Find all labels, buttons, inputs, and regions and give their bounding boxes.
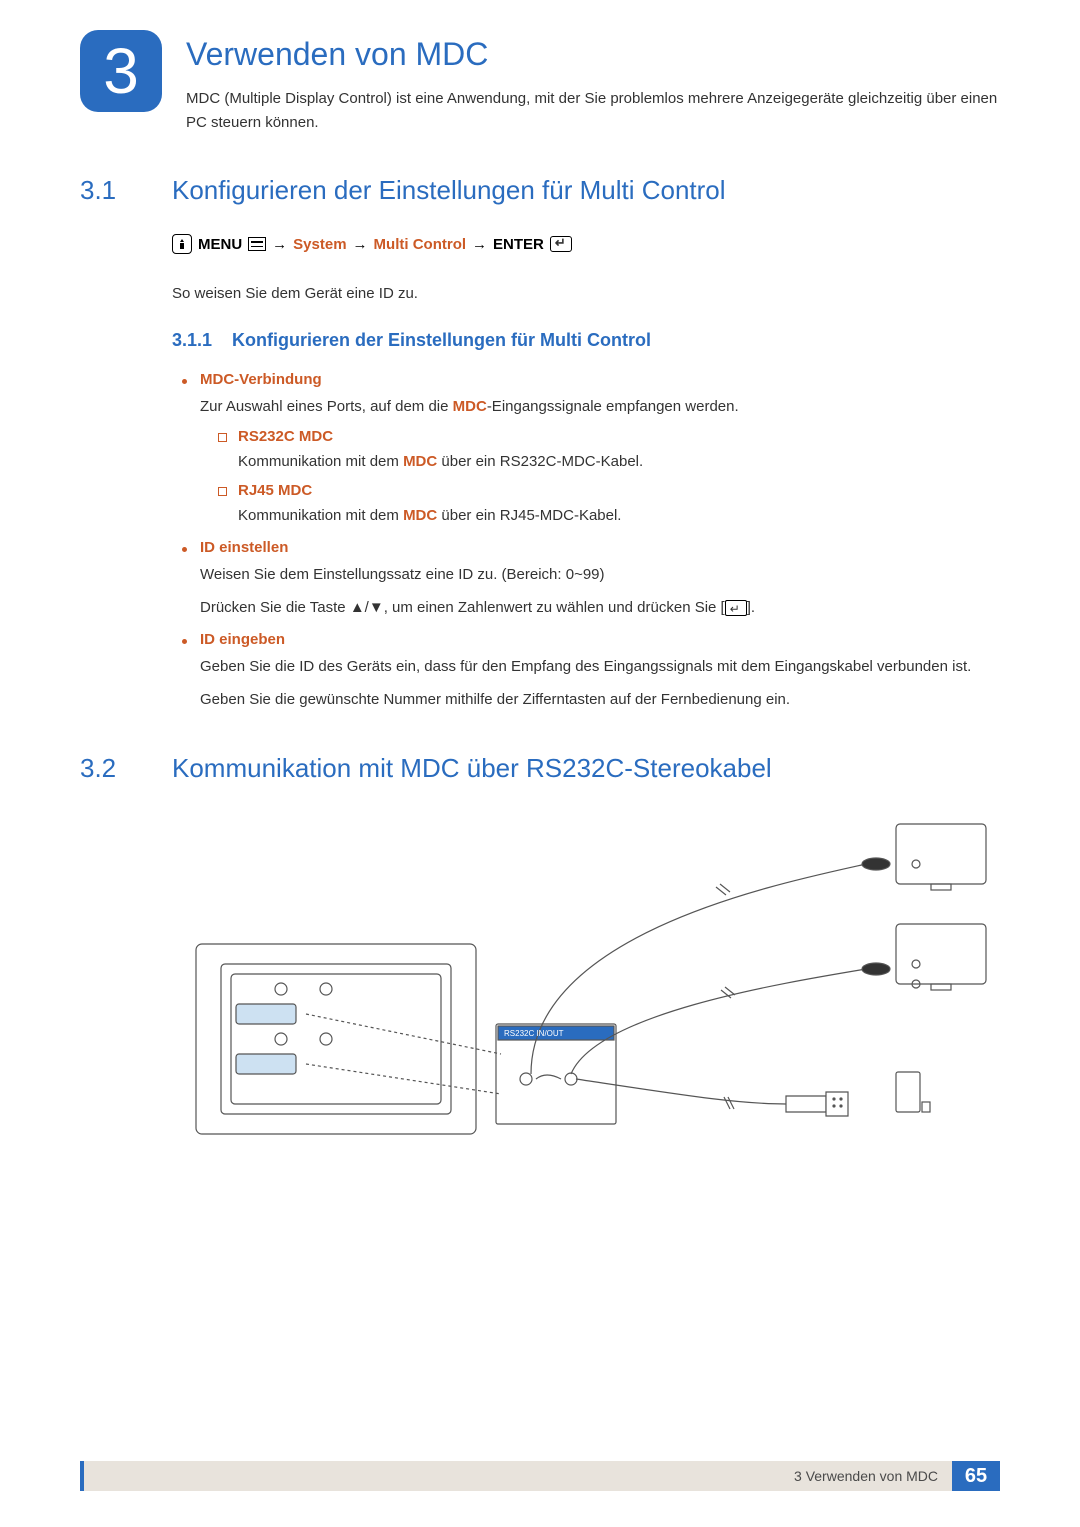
port-label: RS232C IN/OUT: [504, 1029, 564, 1038]
subsection-3-1-1: 3.1.1 Konfigurieren der Einstellungen fü…: [172, 330, 1000, 351]
enter-icon: [725, 600, 747, 616]
arrow-icon: →: [353, 236, 368, 253]
bullet-mdc-connection: MDC-Verbindung Zur Auswahl eines Ports, …: [182, 371, 1000, 529]
menu-icon: [248, 237, 266, 251]
bullet-text: Zur Auswahl eines Ports, auf dem die MDC…: [200, 394, 1000, 420]
arrow-icon: →: [472, 236, 487, 253]
section-3-1: 3.1 Konfigurieren der Einstellungen für …: [80, 175, 1000, 713]
section-number: 3.1: [80, 175, 172, 206]
subbullet-rj45: RJ45 MDC Kommunikation mit dem MDC über …: [218, 482, 1000, 529]
subsection-number: 3.1.1: [172, 330, 232, 351]
remote-icon: [172, 234, 192, 254]
path-system: System: [293, 236, 346, 253]
section-number: 3.2: [80, 753, 172, 784]
chapter-number-badge: 3: [80, 30, 162, 112]
chapter-header: 3 Verwenden von MDC MDC (Multiple Displa…: [80, 30, 1000, 135]
subbullet-text: Kommunikation mit dem MDC über ein RS232…: [238, 449, 1000, 475]
subbullet-title: RJ45 MDC: [238, 482, 1000, 499]
chapter-intro: MDC (Multiple Display Control) ist eine …: [186, 87, 1000, 135]
bullet-text: Geben Sie die ID des Geräts ein, dass fü…: [200, 654, 1000, 680]
bullet-id-enter: ID eingeben Geben Sie die ID des Geräts …: [182, 631, 1000, 713]
section-title: Kommunikation mit MDC über RS232C-Stereo…: [172, 753, 772, 784]
page-footer: 3 Verwenden von MDC 65: [80, 1461, 1000, 1491]
arrow-icon: →: [272, 236, 287, 253]
subbullet-text: Kommunikation mit dem MDC über ein RJ45-…: [238, 503, 1000, 529]
bullet-text: Weisen Sie dem Einstellungssatz eine ID …: [200, 562, 1000, 588]
connection-diagram: RS232C IN/OUT: [172, 814, 1000, 1194]
bullet-title: ID eingeben: [200, 631, 1000, 648]
bullet-text: Drücken Sie die Taste ▲/▼, um einen Zahl…: [200, 595, 1000, 621]
chapter-title: Verwenden von MDC: [186, 36, 1000, 73]
bullet-id-set: ID einstellen Weisen Sie dem Einstellung…: [182, 539, 1000, 621]
subbullet-title: RS232C MDC: [238, 428, 1000, 445]
enter-icon: [550, 236, 572, 252]
section-intro-text: So weisen Sie dem Gerät eine ID zu.: [172, 282, 1000, 306]
enter-label: ENTER: [493, 236, 544, 253]
section-title: Konfigurieren der Einstellungen für Mult…: [172, 175, 726, 206]
section-3-2: 3.2 Kommunikation mit MDC über RS232C-St…: [80, 753, 1000, 1194]
subsection-title: Konfigurieren der Einstellungen für Mult…: [232, 330, 651, 351]
bullet-title: ID einstellen: [200, 539, 1000, 556]
bullet-text: Geben Sie die gewünschte Nummer mithilfe…: [200, 687, 1000, 713]
page-number: 65: [952, 1461, 1000, 1491]
bullet-title: MDC-Verbindung: [200, 371, 1000, 388]
menu-label: MENU: [198, 236, 242, 253]
footer-text: 3 Verwenden von MDC: [794, 1468, 938, 1484]
subbullet-rs232c: RS232C MDC Kommunikation mit dem MDC übe…: [218, 428, 1000, 475]
menu-navigation-path: MENU → System → Multi Control → ENTER: [172, 234, 1000, 254]
path-multi-control: Multi Control: [374, 236, 466, 253]
